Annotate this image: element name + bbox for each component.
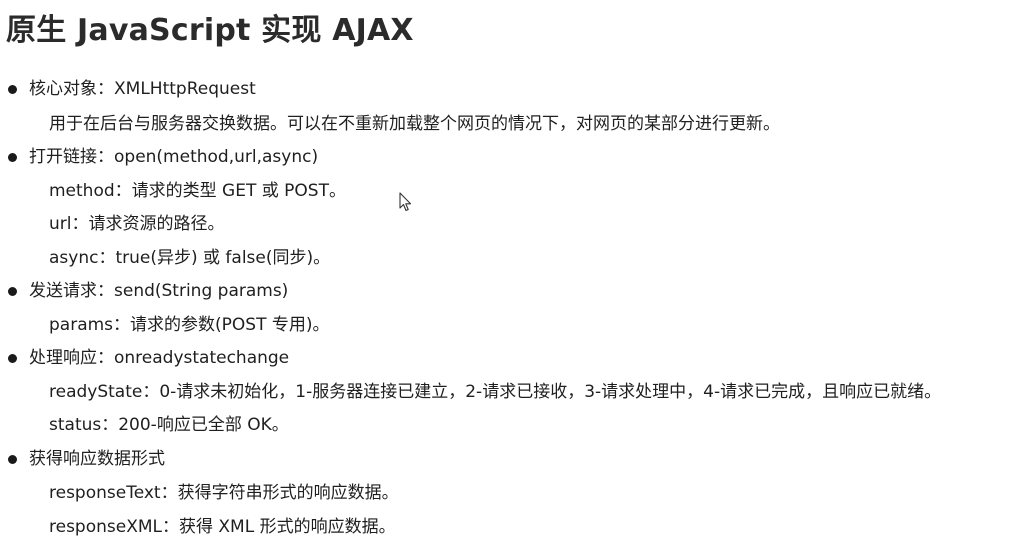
section-heading-send: 发送请求：send(String params) — [29, 281, 289, 301]
bullet-dot-icon — [8, 153, 17, 162]
section-line: responseXML：获得 XML 形式的响应数据。 — [49, 517, 396, 537]
section-line: readyState：0-请求未初始化，1-服务器连接已建立，2-请求已接收，3… — [49, 382, 942, 402]
section-line: method：请求的类型 GET 或 POST。 — [49, 181, 346, 201]
section-line: status：200-响应已全部 OK。 — [49, 415, 289, 435]
section-heading-response: 处理响应：onreadystatechange — [29, 348, 290, 368]
bullet-dot-icon — [8, 85, 17, 94]
section-line: 用于在后台与服务器交换数据。可以在不重新加载整个网页的情况下，对网页的某部分进行… — [49, 114, 780, 134]
section-line: responseText：获得字符串形式的响应数据。 — [49, 483, 399, 503]
page-title: 原生 JavaScript 实现 AJAX — [6, 13, 414, 48]
section-line: async：true(异步) 或 false(同步)。 — [49, 248, 331, 268]
section-heading-data-forms: 获得响应数据形式 — [29, 449, 165, 469]
mouse-pointer-icon — [399, 192, 412, 212]
bullet-dot-icon — [8, 455, 17, 464]
section-line: params：请求的参数(POST 专用)。 — [49, 315, 330, 335]
section-heading-open: 打开链接：open(method,url,async) — [29, 147, 319, 167]
bullet-dot-icon — [8, 354, 17, 363]
section-line: url：请求资源的路径。 — [49, 214, 225, 234]
section-heading-core-object: 核心对象：XMLHttpRequest — [29, 79, 256, 99]
bullet-dot-icon — [8, 287, 17, 296]
